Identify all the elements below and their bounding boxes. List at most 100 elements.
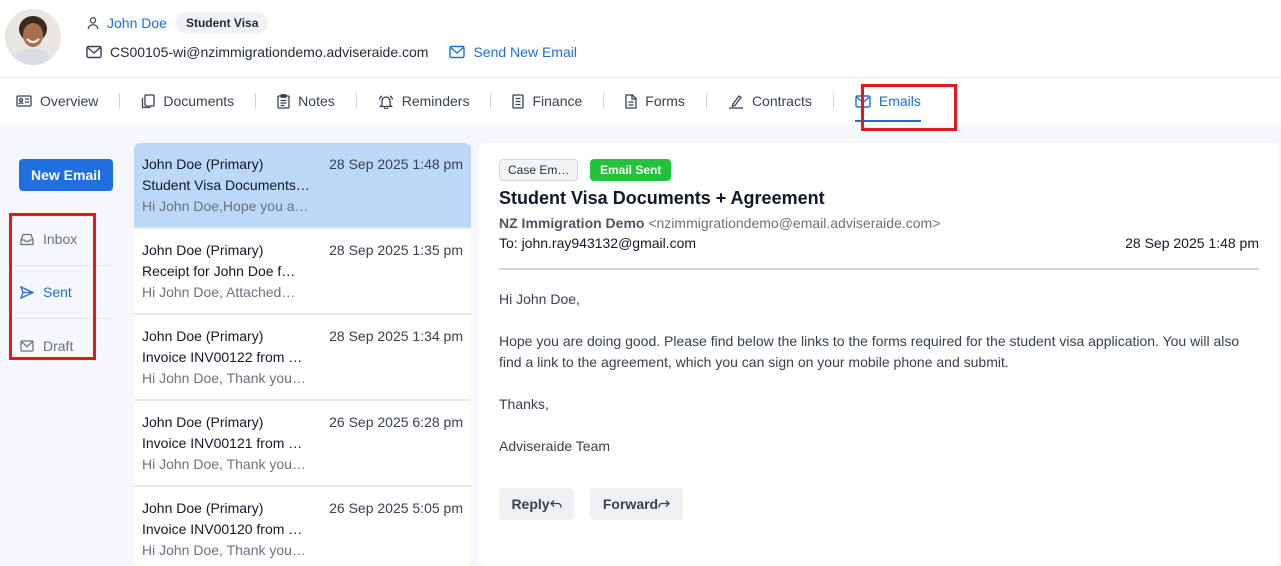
email-sender: John Doe (Primary) (142, 328, 264, 344)
send-new-email-label: Send New Email (473, 44, 577, 60)
tab-contracts[interactable]: Contracts (728, 78, 812, 124)
send-icon (20, 285, 34, 299)
folder-label: Draft (43, 337, 74, 354)
tab-label: Contracts (751, 93, 812, 109)
email-body-paragraph: Hi John Doe, (499, 291, 580, 307)
reply-arrow-icon (549, 499, 562, 509)
email-preview: Hi John Doe, Attached… (142, 284, 296, 300)
mail-icon (86, 45, 102, 59)
forward-arrow-icon (658, 499, 671, 509)
clipboard-icon (277, 93, 290, 109)
email-body-paragraph: Hope you are doing good. Please find bel… (499, 333, 1240, 370)
tab-divider (832, 93, 834, 109)
email-list-item[interactable]: John Doe (Primary) 28 Sep 2025 1:34 pm In… (134, 315, 471, 401)
tab-label: Emails (878, 93, 921, 109)
documents-icon (141, 93, 156, 109)
mail-icon (449, 45, 466, 59)
email-list-item[interactable]: John Doe (Primary) 28 Sep 2025 1:48 pm St… (134, 143, 471, 229)
tab-label: Forms (645, 93, 685, 109)
id-card-icon (16, 94, 32, 108)
email-subject: Invoice INV00121 from … (142, 435, 303, 451)
email-subject: Student Visa Documents… (142, 177, 310, 193)
email-detail-pane: Case Em… Email Sent Student Visa Documen… (479, 143, 1279, 566)
email-sender: John Doe (Primary) (142, 156, 264, 172)
client-email-address: CS00105-wi@nzimmigrationdemo.adviseraide… (110, 44, 429, 60)
email-subject: Invoice INV00122 from … (142, 349, 303, 365)
email-list: John Doe (Primary) 28 Sep 2025 1:48 pm St… (134, 143, 471, 566)
signature-icon (728, 94, 744, 109)
tab-forms[interactable]: Forms (625, 78, 685, 124)
client-tabs: Overview Documents Notes Reminders Finan… (0, 78, 1281, 124)
tab-divider (255, 93, 257, 109)
email-list-item[interactable]: John Doe (Primary) 26 Sep 2025 6:28 pm In… (134, 401, 471, 487)
email-sender: John Doe (Primary) (142, 500, 264, 516)
email-date: 28 Sep 2025 1:34 pm (329, 328, 463, 344)
email-date: 28 Sep 2025 1:48 pm (329, 156, 463, 172)
ledger-icon (512, 93, 525, 109)
reply-label: Reply (511, 496, 550, 512)
inbox-icon (20, 233, 34, 246)
status-badge: Email Sent (590, 159, 672, 181)
tab-label: Overview (40, 93, 99, 109)
visa-type-badge: Student Visa (175, 12, 269, 34)
email-date: 28 Sep 2025 1:35 pm (329, 242, 463, 258)
email-preview: Hi John Doe, Thank you… (142, 456, 306, 472)
email-date: 26 Sep 2025 5:05 pm (329, 500, 463, 516)
email-from: NZ Immigration Demo <nzimmigrationdemo@e… (499, 215, 940, 231)
email-body-paragraph: Adviseraide Team (499, 438, 611, 454)
email-subject-heading: Student Visa Documents + Agreement (499, 188, 825, 208)
email-to: To: john.ray943132@gmail.com (499, 235, 697, 251)
send-new-email-link[interactable]: Send New Email (449, 44, 577, 60)
tab-reminders[interactable]: Reminders (378, 78, 470, 124)
tab-label: Reminders (401, 93, 470, 109)
tab-notes[interactable]: Notes (277, 78, 335, 124)
email-sender: John Doe (Primary) (142, 414, 264, 430)
folder-label: Inbox (43, 231, 78, 247)
email-sender: John Doe (Primary) (142, 242, 264, 258)
tab-finance[interactable]: Finance (512, 78, 582, 124)
email-preview: Hi John Doe, Thank you… (142, 542, 306, 558)
tab-divider (603, 93, 605, 109)
tab-label: Notes (298, 93, 335, 109)
divider (499, 268, 1259, 270)
tab-divider (355, 93, 357, 109)
tab-divider (119, 93, 121, 109)
email-body: Hi John Doe, Hope you are doing good. Pl… (499, 289, 1259, 478)
email-date: 26 Sep 2025 6:28 pm (329, 414, 463, 430)
case-email-tag: Case Em… (499, 159, 579, 181)
tab-label: Finance (532, 93, 583, 109)
new-email-button[interactable]: New Email (19, 159, 113, 191)
mail-icon (855, 94, 871, 108)
bell-icon (378, 94, 394, 109)
tab-divider (705, 93, 707, 109)
tab-divider (490, 93, 492, 109)
tab-emails[interactable]: Emails (854, 78, 921, 124)
email-preview: Hi John Doe,Hope you a… (142, 198, 309, 214)
client-header: John Doe Student Visa CS00105-wi@nzimmig… (0, 0, 1281, 78)
folder-label: Sent (43, 284, 72, 300)
forward-button[interactable]: Forward (590, 488, 683, 520)
email-subject: Invoice INV00120 from … (142, 521, 303, 537)
folder-sent[interactable]: Sent (11, 266, 111, 319)
person-icon (86, 16, 100, 30)
email-preview: Hi John Doe, Thank you… (142, 370, 306, 386)
client-name-link[interactable]: John Doe (107, 15, 167, 31)
file-icon (625, 93, 637, 109)
from-name: NZ Immigration Demo (499, 215, 645, 231)
folder-list: Inbox Sent Draft (11, 213, 111, 372)
email-subject: Receipt for John Doe f… (142, 263, 296, 279)
email-list-item[interactable]: John Doe (Primary) 26 Sep 2025 5:05 pm In… (134, 487, 471, 566)
email-body-paragraph: Thanks, (499, 396, 549, 412)
tab-overview[interactable]: Overview (16, 78, 98, 124)
email-list-item[interactable]: John Doe (Primary) 28 Sep 2025 1:35 pm Re… (134, 229, 471, 315)
folder-draft[interactable]: Draft (11, 319, 111, 372)
folder-inbox[interactable]: Inbox (11, 213, 111, 266)
tab-documents[interactable]: Documents (141, 78, 234, 124)
avatar (5, 9, 61, 65)
forward-label: Forward (602, 496, 659, 512)
from-address: <nzimmigrationdemo@email.adviseraide.com… (648, 215, 941, 231)
email-sent-date: 28 Sep 2025 1:48 pm (1125, 235, 1259, 251)
reply-button[interactable]: Reply (499, 488, 574, 520)
tab-label: Documents (163, 93, 235, 109)
draft-icon (20, 339, 34, 352)
